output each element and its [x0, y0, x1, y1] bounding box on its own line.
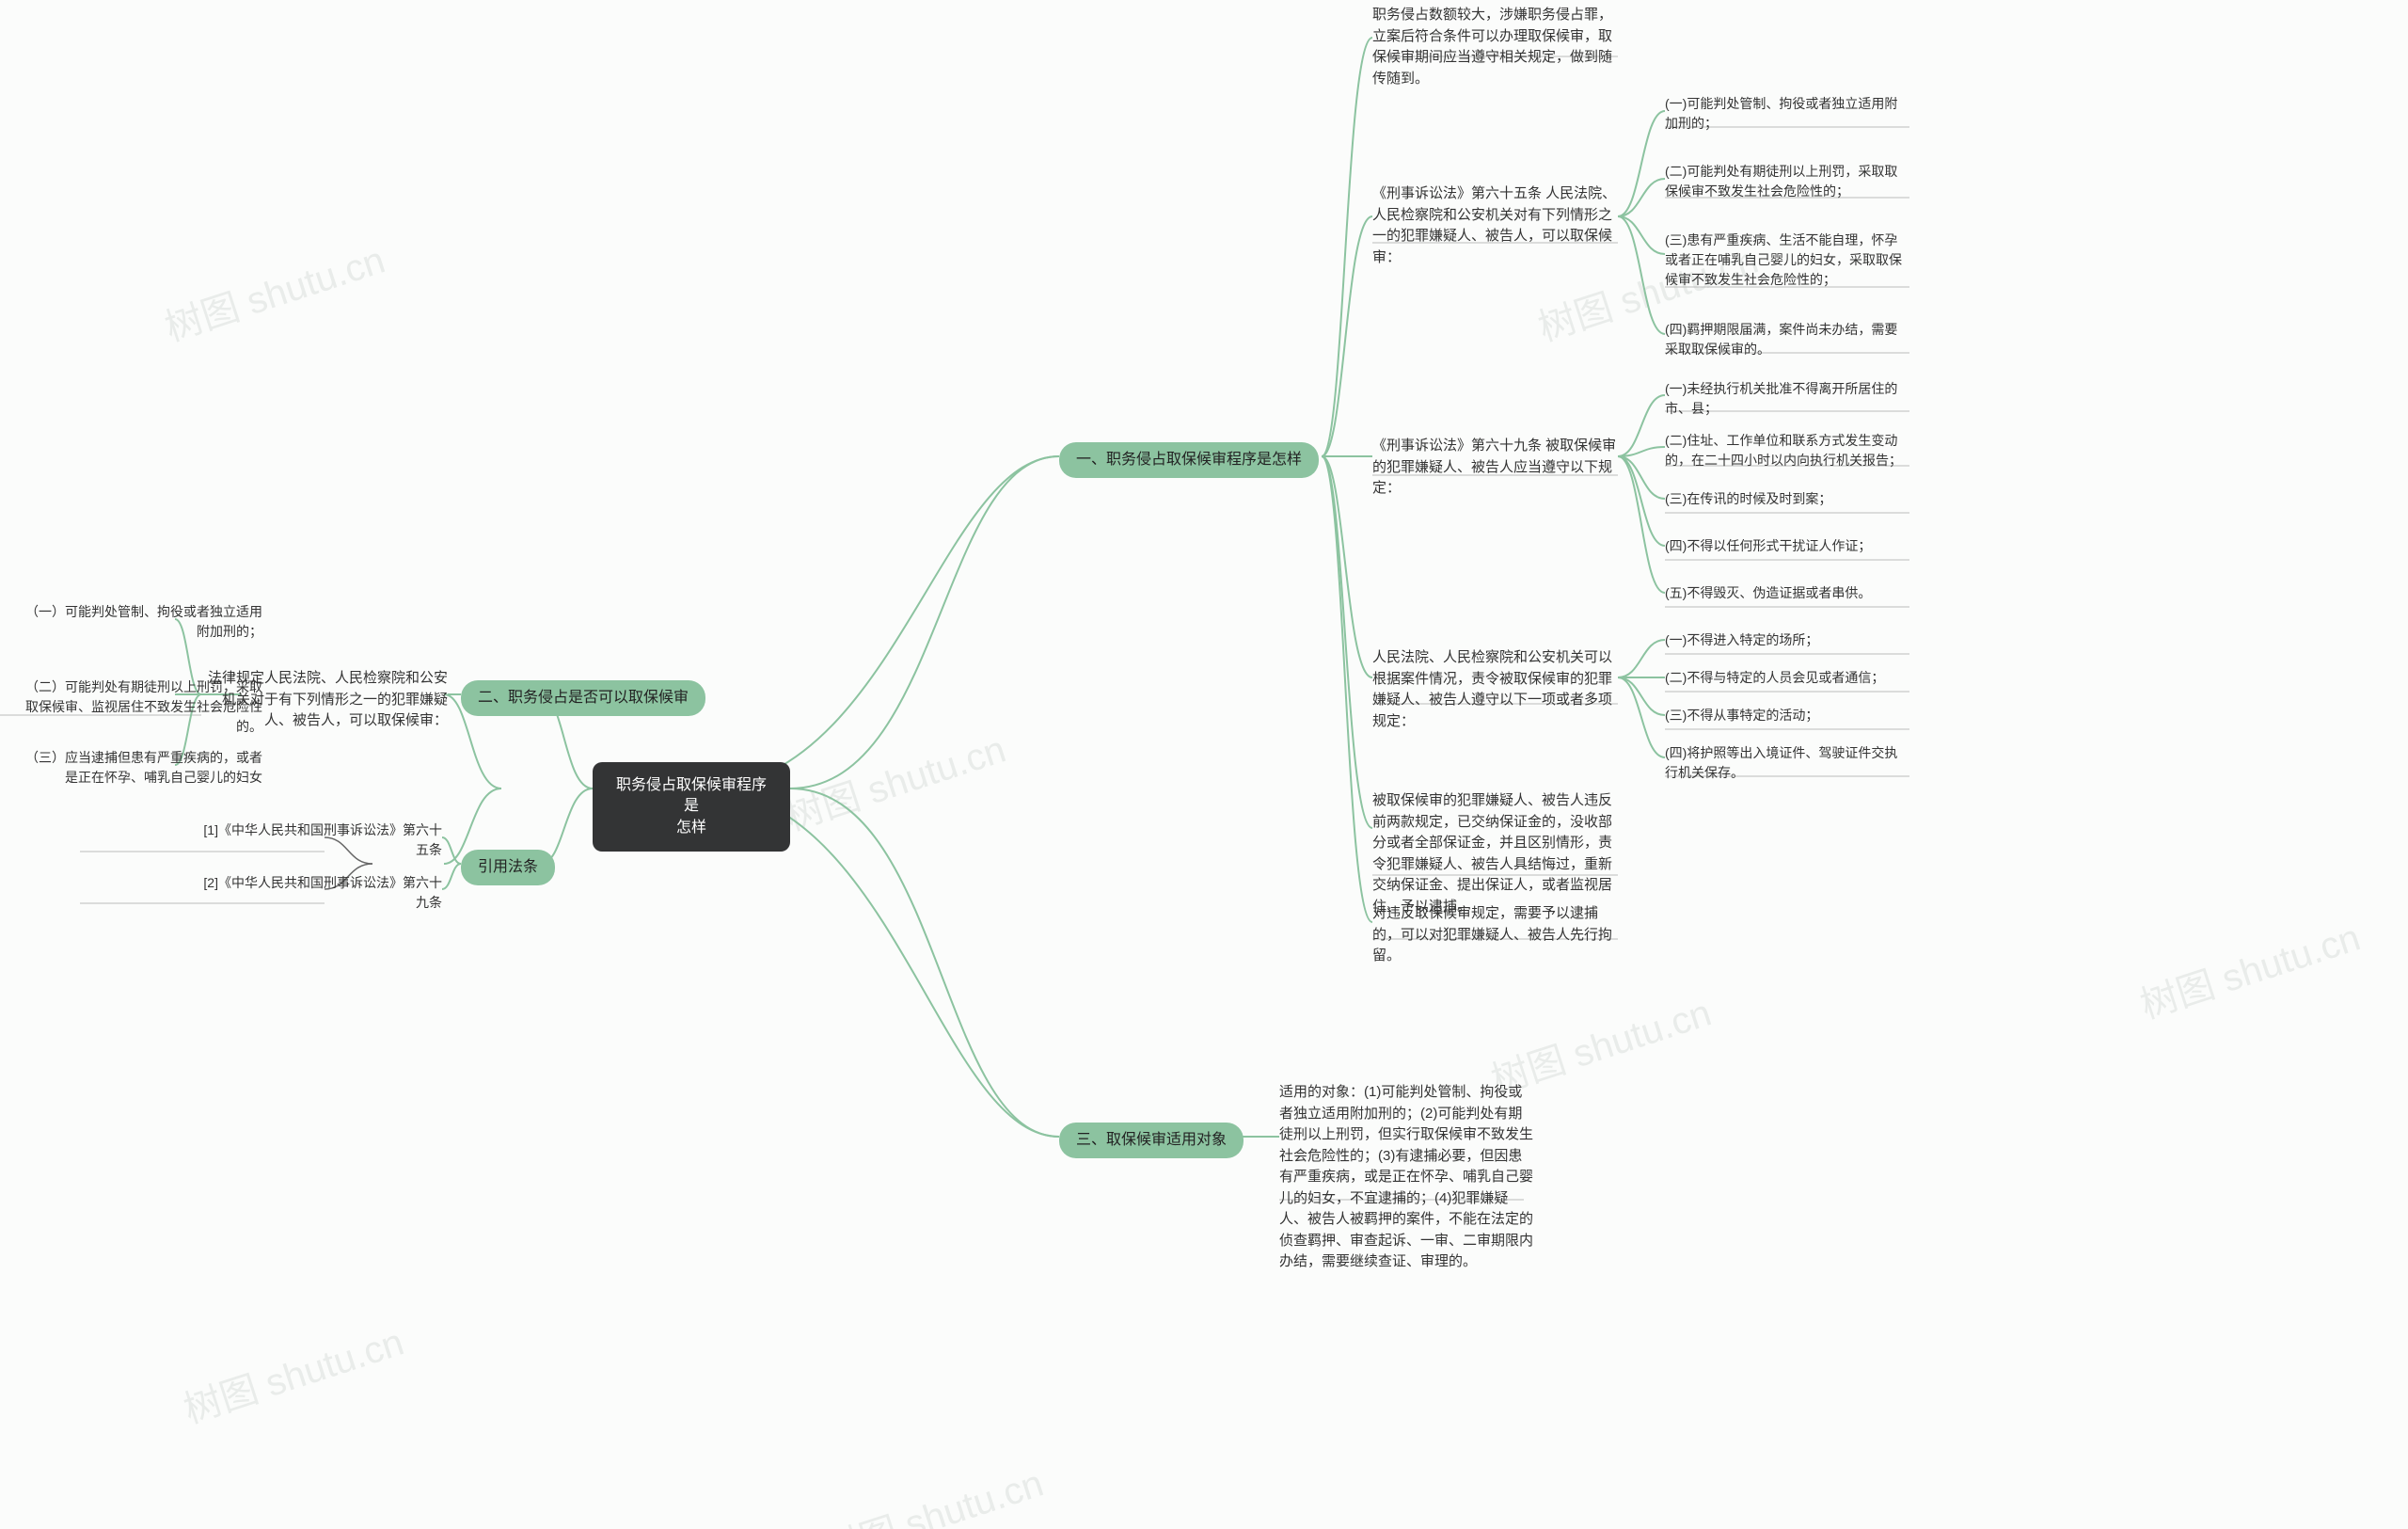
b1-c2-l4[interactable]: (四)不得以任何形式干扰证人作证； [1665, 536, 1909, 556]
b1-c3[interactable]: 人民法院、人民检察院和公安机关可以根据案件情况，责令被取保候审的犯罪嫌疑人、被告… [1372, 647, 1617, 732]
b1-c3-l1[interactable]: (一)不得进入特定的场所； [1665, 630, 1909, 650]
b1-c4[interactable]: 被取保候审的犯罪嫌疑人、被告人违反前两款规定，已交纳保证金的，没收部分或者全部保… [1372, 790, 1617, 917]
root-line2: 怎样 [613, 818, 769, 838]
b4-l2[interactable]: [2]《中华人民共和国刑事诉讼法》第六十九条 [198, 873, 442, 913]
root-node[interactable]: 职务侵占取保候审程序是 怎样 [593, 762, 790, 852]
b1-c2-l2[interactable]: (二)住址、工作单位和联系方式发生变动的，在二十四小时以内向执行机关报告； [1665, 431, 1909, 470]
branch-4[interactable]: 引用法条 [461, 850, 555, 885]
branch-3[interactable]: 三、取保候审适用对象 [1059, 1123, 1244, 1158]
b1-c2-l5[interactable]: (五)不得毁灭、伪造证据或者串供。 [1665, 583, 1909, 603]
b1-c2-l1[interactable]: (一)未经执行机关批准不得离开所居住的市、县； [1665, 379, 1909, 419]
b1-c1-l4[interactable]: (四)羁押期限届满，案件尚未办结，需要采取取保候审的。 [1665, 320, 1909, 359]
branch-2[interactable]: 二、职务侵占是否可以取保候审 [461, 680, 705, 716]
b2-l2[interactable]: （二）可能判处有期徒刑以上刑罚，采取取保候审、监视居住不致发生社会危险性的。 [13, 677, 262, 737]
b1-c0[interactable]: 职务侵占数额较大，涉嫌职务侵占罪，立案后符合条件可以办理取保候审，取保候审期间应… [1372, 5, 1617, 89]
connector-layer-2 [0, 0, 2408, 1529]
b1-c3-l3[interactable]: (三)不得从事特定的活动； [1665, 706, 1909, 725]
b1-c1-l1[interactable]: (一)可能判处管制、拘役或者独立适用附加刑的； [1665, 94, 1909, 134]
b1-c1-l2[interactable]: (二)可能判处有期徒刑以上刑罚，采取取保候审不致发生社会危险性的； [1665, 162, 1909, 201]
b2-l1[interactable]: （一）可能判处管制、拘役或者独立适用附加刑的； [13, 602, 262, 642]
b1-c1[interactable]: 《刑事诉讼法》第六十五条 人民法院、人民检察院和公安机关对有下列情形之一的犯罪嫌… [1372, 183, 1617, 268]
b1-c1-l3[interactable]: (三)患有严重疾病、生活不能自理，怀孕或者正在哺乳自己婴儿的妇女，采取取保候审不… [1665, 231, 1909, 290]
root-line1: 职务侵占取保候审程序是 [613, 775, 769, 818]
b4-l1[interactable]: [1]《中华人民共和国刑事诉讼法》第六十五条 [198, 820, 442, 860]
b1-c3-l2[interactable]: (二)不得与特定的人员会见或者通信； [1665, 668, 1909, 688]
b2-l3[interactable]: （三）应当逮捕但患有严重疾病的，或者是正在怀孕、哺乳自己婴儿的妇女 [13, 748, 262, 788]
b3-leaf[interactable]: 适用的对象：(1)可能判处管制、拘役或者独立适用附加刑的；(2)可能判处有期徒刑… [1279, 1082, 1533, 1273]
b1-c2-l3[interactable]: (三)在传讯的时候及时到案； [1665, 489, 1909, 509]
branch-1[interactable]: 一、职务侵占取保候审程序是怎样 [1059, 442, 1319, 478]
b1-c3-l4[interactable]: (四)将护照等出入境证件、驾驶证件交执行机关保存。 [1665, 743, 1909, 783]
b1-c5[interactable]: 对违反取保候审规定，需要予以逮捕的，可以对犯罪嫌疑人、被告人先行拘留。 [1372, 903, 1617, 967]
b1-c2[interactable]: 《刑事诉讼法》第六十九条 被取保候审的犯罪嫌疑人、被告人应当遵守以下规定： [1372, 436, 1617, 500]
